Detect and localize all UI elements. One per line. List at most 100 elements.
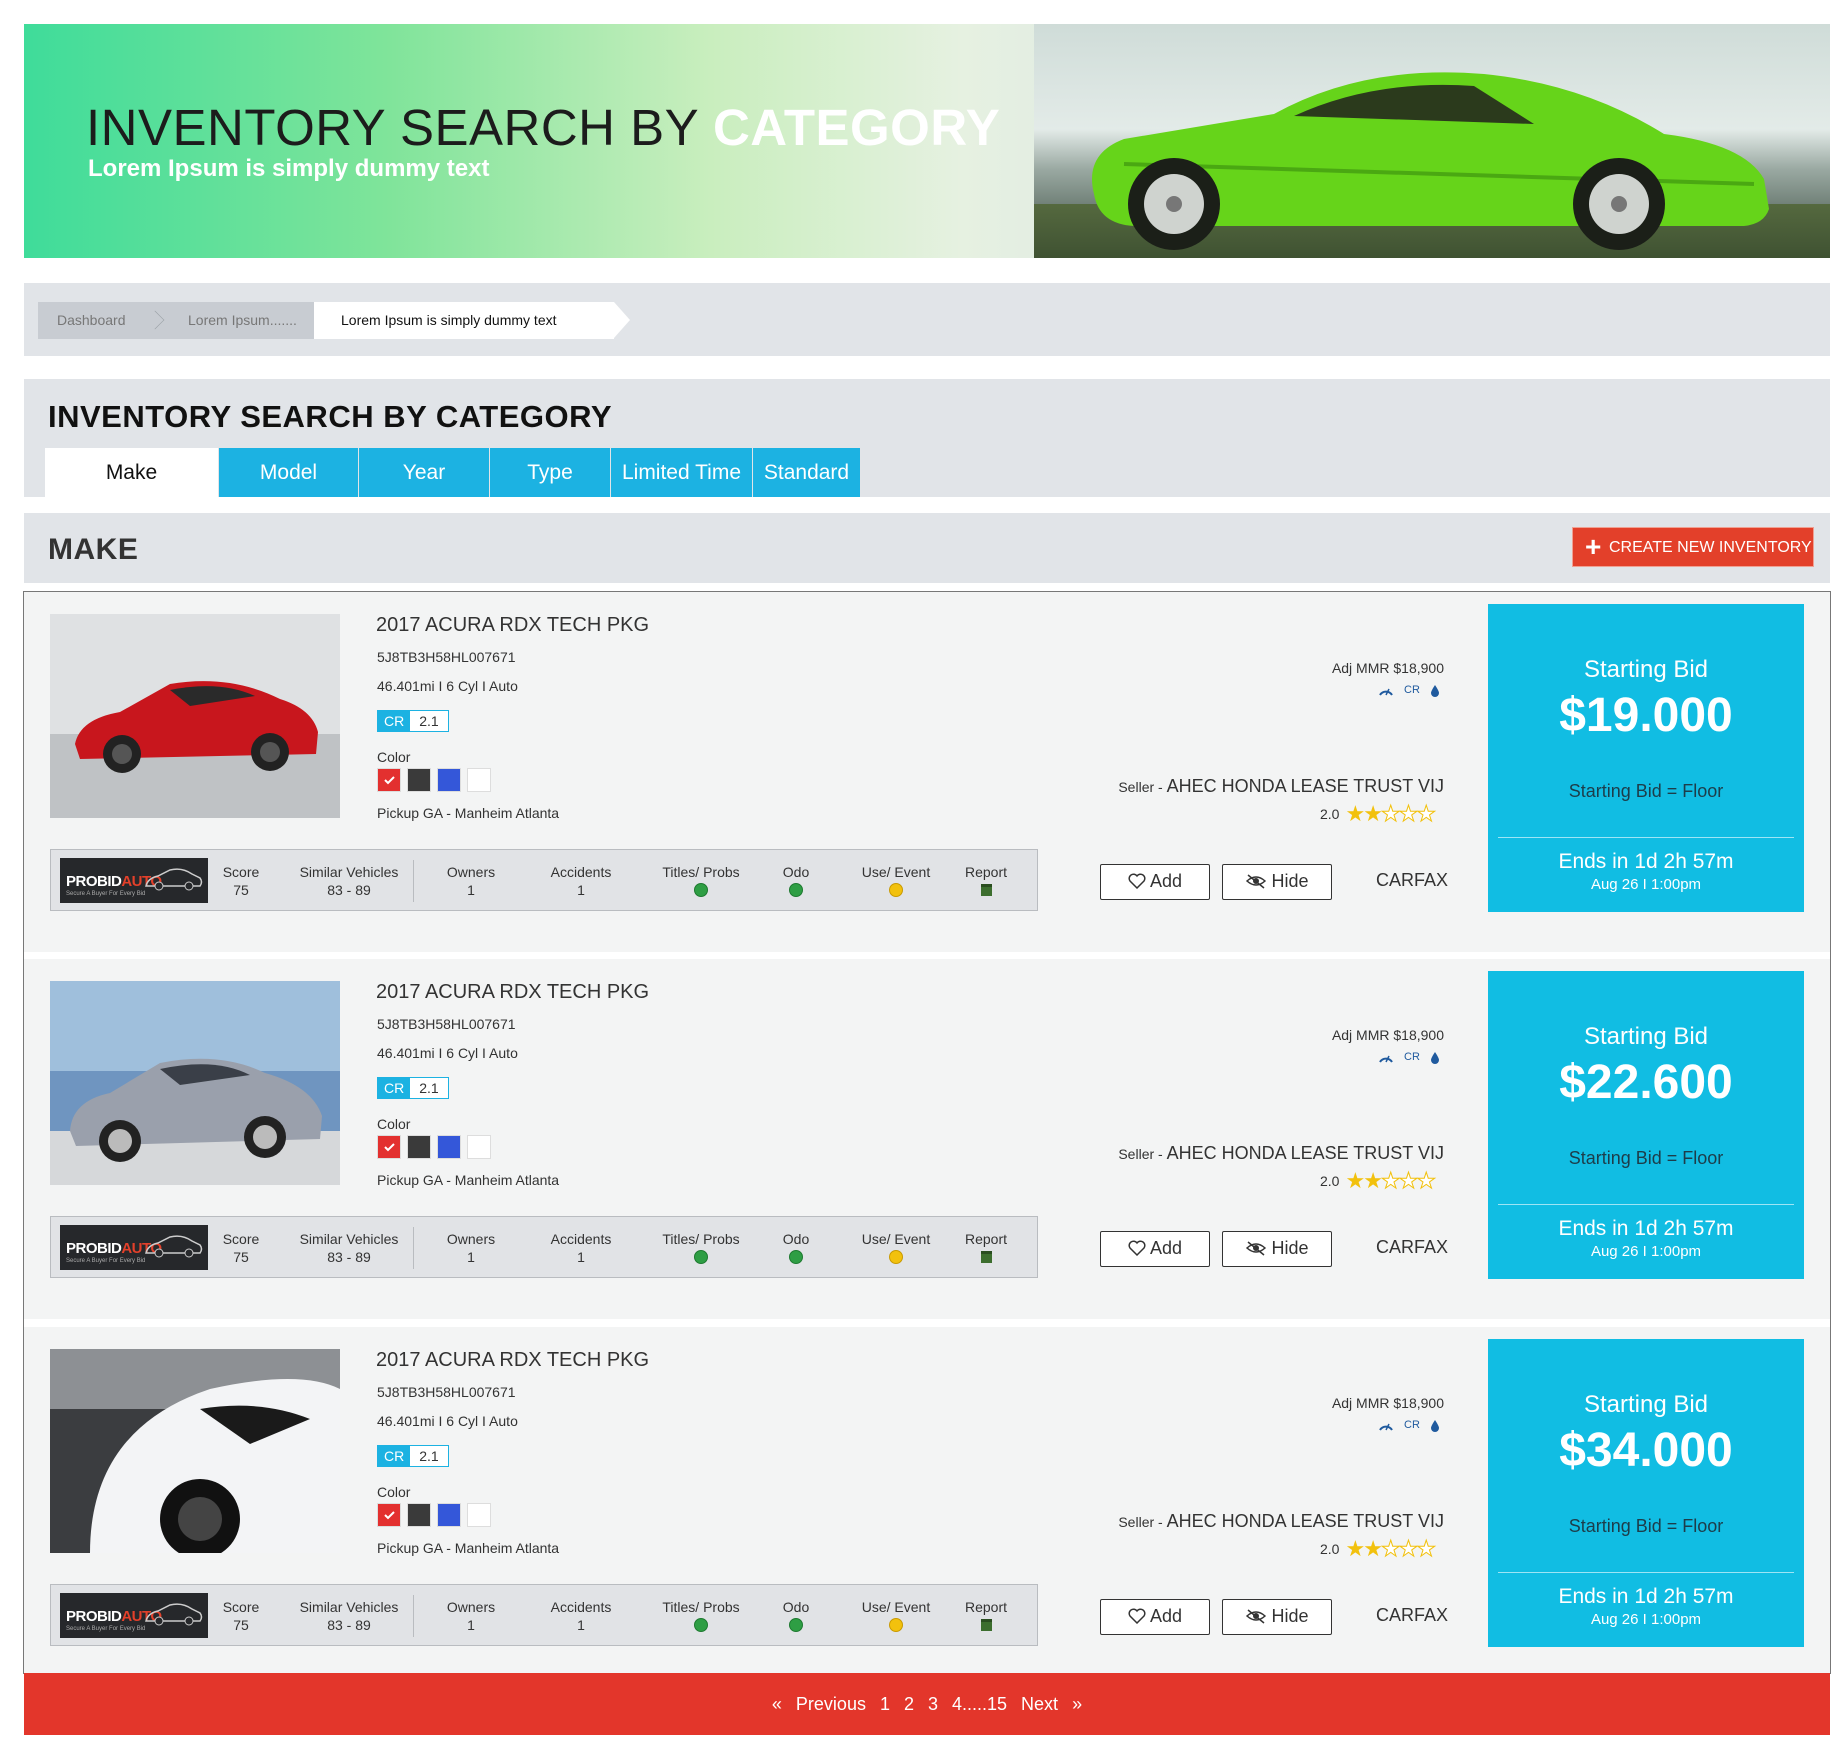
hide-button[interactable]: Hide xyxy=(1222,864,1332,900)
stat-report[interactable]: Report xyxy=(951,1598,1021,1635)
hero-title-accent: CATEGORY xyxy=(712,99,1001,156)
pickup-location: Pickup GA - Manheim Atlanta xyxy=(377,1540,560,1556)
check-icon xyxy=(384,776,395,785)
drop-icon xyxy=(1430,684,1439,697)
color-swatch-blue[interactable] xyxy=(437,768,461,792)
car-logo-icon xyxy=(145,1235,203,1258)
pagination-page-3[interactable]: 3 xyxy=(926,1694,940,1715)
probidauto-logo: PROBIDAUTO Secure A Buyer For Every Bid xyxy=(60,1225,208,1270)
color-swatch-red[interactable] xyxy=(377,1135,401,1159)
vehicle-title[interactable]: 2017 ACURA RDX TECH PKG xyxy=(376,1349,649,1372)
pagination-next[interactable]: Next xyxy=(1019,1694,1060,1715)
stat-similar-vehicles[interactable]: Similar Vehicles 83 - 89 xyxy=(289,1230,409,1266)
pickup-location: Pickup GA - Manheim Atlanta xyxy=(377,1172,560,1188)
next-icon[interactable]: » xyxy=(1070,1694,1084,1715)
divider xyxy=(413,1227,414,1269)
hide-button[interactable]: Hide xyxy=(1222,1599,1332,1635)
vehicle-photo[interactable] xyxy=(50,1349,340,1553)
report-icon[interactable] xyxy=(980,1619,992,1631)
stat-score: Score 75 xyxy=(222,1599,260,1633)
stat-titles-probs: Titles/ Probs xyxy=(651,1230,751,1268)
breadcrumb: Dashboard Lorem Ipsum....... Lorem Ipsum… xyxy=(24,283,1830,356)
color-swatch-blue[interactable] xyxy=(437,1135,461,1159)
starting-bid-panel[interactable]: Starting Bid $34.000 Starting Bid = Floo… xyxy=(1488,1339,1804,1647)
color-swatch-red[interactable] xyxy=(377,1503,401,1527)
tab-model[interactable]: Model xyxy=(219,448,359,497)
stat-titles-probs: Titles/ Probs xyxy=(651,1598,751,1636)
pagination-page-range[interactable]: 4.....15 xyxy=(950,1694,1009,1715)
carfax-link[interactable]: CARFAX xyxy=(1376,870,1448,891)
pagination-page-2[interactable]: 2 xyxy=(902,1694,916,1715)
stat-report[interactable]: Report xyxy=(951,863,1021,900)
hide-button[interactable]: Hide xyxy=(1222,1231,1332,1267)
stat-odo: Odo xyxy=(766,1598,826,1636)
vehicle-vin: 5J8TB3H58HL007671 xyxy=(377,1016,516,1032)
adj-mmr: Adj MMR $18,900 xyxy=(1331,1395,1444,1411)
add-watchlist-button[interactable]: Add xyxy=(1100,1599,1210,1635)
starting-bid-panel[interactable]: Starting Bid $19.000 Starting Bid = Floo… xyxy=(1488,604,1804,912)
stat-report[interactable]: Report xyxy=(951,1230,1021,1267)
add-watchlist-button[interactable]: Add xyxy=(1100,864,1210,900)
stat-use-event: Use/ Event xyxy=(851,1598,941,1636)
color-swatch-red[interactable] xyxy=(377,768,401,792)
seller-name[interactable]: AHEC HONDA LEASE TRUST VIJ xyxy=(1167,1143,1444,1163)
tab-limited-time[interactable]: Limited Time xyxy=(611,448,753,497)
tab-make[interactable]: Make xyxy=(45,448,219,497)
seller: Seller - AHEC HONDA LEASE TRUST VIJ xyxy=(1118,1143,1444,1164)
create-inventory-button[interactable]: + CREATE NEW INVENTORY xyxy=(1572,527,1814,567)
stat-accidents: Accidents 1 xyxy=(550,864,612,898)
listing-card: 2017 ACURA RDX TECH PKG 5J8TB3H58HL00767… xyxy=(24,592,1830,952)
pagination-previous[interactable]: Previous xyxy=(794,1694,868,1715)
warning-circle-icon xyxy=(889,1250,903,1264)
starting-bid-label: Starting Bid xyxy=(1583,656,1709,683)
stat-odo: Odo xyxy=(766,1230,826,1268)
color-swatch-black[interactable] xyxy=(407,1503,431,1527)
color-swatch-white[interactable] xyxy=(467,768,491,792)
plus-icon: + xyxy=(1585,531,1602,562)
stat-similar-vehicles[interactable]: Similar Vehicles 83 - 89 xyxy=(289,863,409,899)
report-icon[interactable] xyxy=(980,884,992,896)
starting-bid-amount: $19.000 xyxy=(1559,689,1733,742)
prev-icon[interactable]: « xyxy=(770,1694,784,1715)
check-circle-icon xyxy=(694,1250,708,1264)
mmr-cr-label: CR xyxy=(1404,684,1420,696)
auction-date: Aug 26 I 1:00pm xyxy=(1590,1611,1702,1628)
color-swatch-white[interactable] xyxy=(467,1135,491,1159)
vehicle-title[interactable]: 2017 ACURA RDX TECH PKG xyxy=(376,614,649,637)
tab-standard[interactable]: Standard xyxy=(753,448,861,497)
vehicle-photo[interactable] xyxy=(50,981,340,1185)
make-title: MAKE xyxy=(48,533,139,566)
vehicle-title[interactable]: 2017 ACURA RDX TECH PKG xyxy=(376,981,649,1004)
check-circle-icon xyxy=(694,883,708,897)
tab-type[interactable]: Type xyxy=(490,448,611,497)
report-icon[interactable] xyxy=(980,1251,992,1263)
pagination: « Previous 1 2 3 4.....15 Next » xyxy=(24,1673,1830,1735)
auction-date: Aug 26 I 1:00pm xyxy=(1590,876,1702,893)
pagination-page-1[interactable]: 1 xyxy=(878,1694,892,1715)
carfax-link[interactable]: CARFAX xyxy=(1376,1605,1448,1626)
drop-icon xyxy=(1430,1051,1439,1064)
vehicle-spec: 46.401mi I 6 Cyl I Auto xyxy=(377,678,518,694)
carfax-link[interactable]: CARFAX xyxy=(1376,1237,1448,1258)
color-swatch-black[interactable] xyxy=(407,768,431,792)
star-rating-icon: ★★★★★ xyxy=(1345,801,1436,827)
stat-titles-probs: Titles/ Probs xyxy=(651,863,751,901)
tab-year[interactable]: Year xyxy=(359,448,490,497)
bid-floor-note: Starting Bid = Floor xyxy=(1568,1516,1724,1536)
hero-banner: INVENTORY SEARCH BY CATEGORY Lorem Ipsum… xyxy=(24,24,1830,258)
add-watchlist-button[interactable]: Add xyxy=(1100,1231,1210,1267)
color-swatch-black[interactable] xyxy=(407,1135,431,1159)
vehicle-spec: 46.401mi I 6 Cyl I Auto xyxy=(377,1045,518,1061)
stat-similar-vehicles[interactable]: Similar Vehicles 83 - 89 xyxy=(289,1598,409,1634)
seller-prefix: Seller - xyxy=(1118,779,1167,795)
seller-name[interactable]: AHEC HONDA LEASE TRUST VIJ xyxy=(1167,1511,1444,1531)
vehicle-photo[interactable] xyxy=(50,614,340,818)
color-swatch-blue[interactable] xyxy=(437,1503,461,1527)
vehicle-stats-bar: PROBIDAUTO Secure A Buyer For Every Bid … xyxy=(50,1584,1038,1646)
color-swatch-white[interactable] xyxy=(467,1503,491,1527)
breadcrumb-lorem[interactable]: Lorem Ipsum....... xyxy=(168,302,314,339)
seller-name[interactable]: AHEC HONDA LEASE TRUST VIJ xyxy=(1167,776,1444,796)
starting-bid-panel[interactable]: Starting Bid $22.600 Starting Bid = Floo… xyxy=(1488,971,1804,1279)
seller-rating: 2.0 ★★★★★ xyxy=(1320,801,1437,827)
starting-bid-amount: $22.600 xyxy=(1559,1056,1733,1109)
